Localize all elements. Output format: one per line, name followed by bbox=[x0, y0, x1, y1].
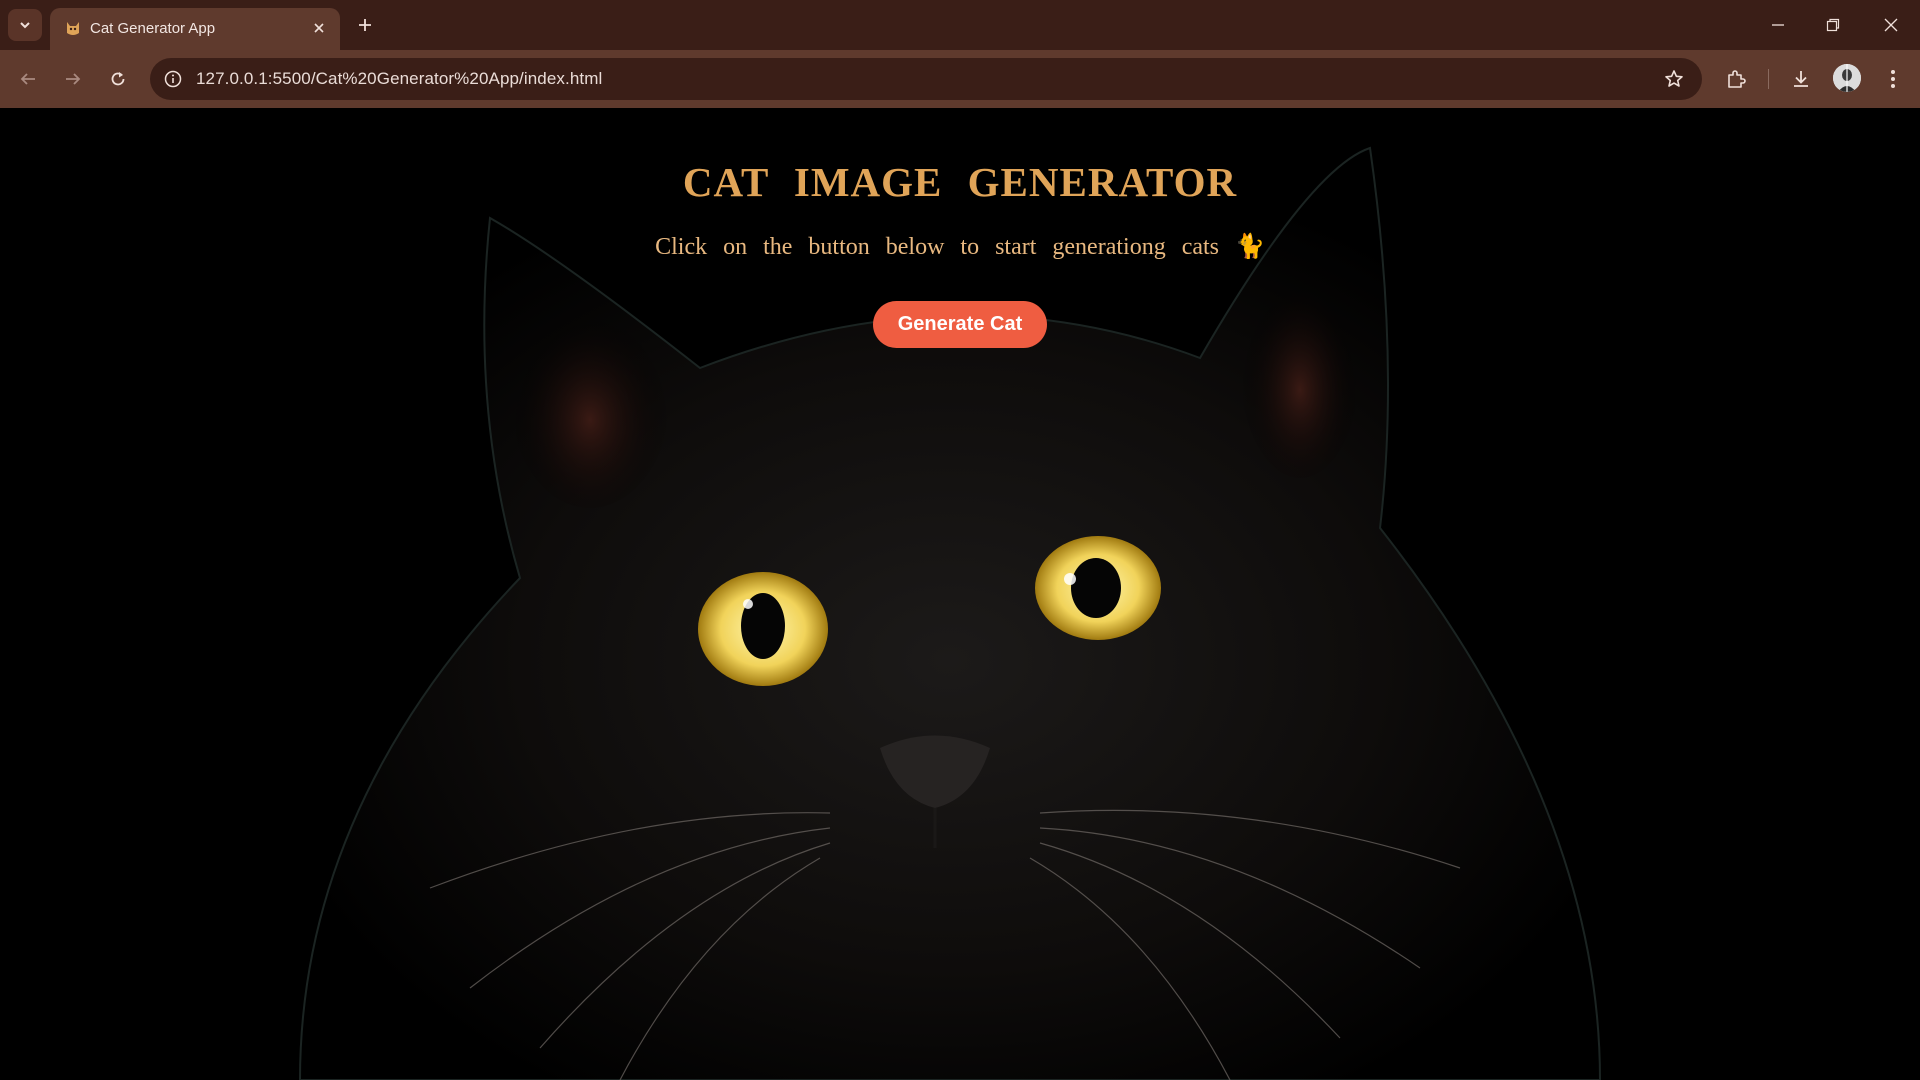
generate-cat-button[interactable]: Generate Cat bbox=[873, 301, 1047, 348]
new-tab-button[interactable] bbox=[352, 12, 378, 38]
browser-tab-bar: Cat Generator App bbox=[0, 0, 1920, 50]
forward-button[interactable] bbox=[56, 62, 90, 96]
subtitle-text: Click on the button below to start gener… bbox=[655, 234, 1219, 260]
chevron-down-icon bbox=[20, 22, 30, 29]
tab-title: Cat Generator App bbox=[90, 20, 216, 37]
avatar-image bbox=[1833, 64, 1861, 92]
site-info-button[interactable] bbox=[158, 64, 188, 94]
extensions-button[interactable] bbox=[1719, 62, 1753, 96]
more-menu-button[interactable] bbox=[1876, 62, 1910, 96]
close-icon bbox=[314, 23, 324, 33]
page-subtitle: Click on the button below to start gener… bbox=[0, 232, 1920, 261]
bookmark-button[interactable] bbox=[1660, 65, 1688, 93]
page-title: CAT IMAGE GENERATOR bbox=[682, 159, 1238, 205]
window-close-icon bbox=[1884, 18, 1898, 32]
bookmark-star-icon bbox=[1665, 70, 1683, 87]
minimize-icon bbox=[1772, 24, 1784, 26]
tab-close-button[interactable] bbox=[308, 17, 330, 39]
extensions-icon bbox=[1728, 70, 1746, 88]
download-icon bbox=[1794, 71, 1808, 87]
address-bar[interactable]: 127.0.0.1:5500/Cat%20Generator%20App/ind… bbox=[150, 58, 1702, 100]
restore-button[interactable] bbox=[1813, 10, 1853, 40]
reload-button[interactable] bbox=[101, 62, 135, 96]
plus-icon bbox=[359, 19, 371, 31]
cat-emoji-icon: 🐈 bbox=[1235, 234, 1265, 260]
minimize-button[interactable] bbox=[1758, 10, 1798, 40]
cat-favicon-icon bbox=[67, 22, 79, 35]
browser-toolbar: 127.0.0.1:5500/Cat%20Generator%20App/ind… bbox=[0, 50, 1920, 108]
downloads-button[interactable] bbox=[1784, 62, 1818, 96]
restore-icon bbox=[1826, 18, 1840, 32]
url-text: 127.0.0.1:5500/Cat%20Generator%20App/ind… bbox=[196, 69, 603, 88]
forward-arrow-icon bbox=[66, 73, 81, 85]
toolbar-separator bbox=[1768, 69, 1769, 89]
back-arrow-icon bbox=[20, 73, 35, 85]
profile-avatar[interactable] bbox=[1833, 64, 1861, 92]
more-menu-icon bbox=[1891, 70, 1895, 88]
window-close-button[interactable] bbox=[1871, 10, 1911, 40]
active-tab[interactable]: Cat Generator App bbox=[50, 8, 340, 50]
page-viewport: CAT IMAGE GENERATOR Click on the button … bbox=[0, 108, 1920, 1080]
reload-icon bbox=[111, 72, 125, 86]
site-info-icon bbox=[164, 70, 182, 88]
back-button[interactable] bbox=[11, 62, 45, 96]
tab-search-button[interactable] bbox=[8, 9, 42, 41]
